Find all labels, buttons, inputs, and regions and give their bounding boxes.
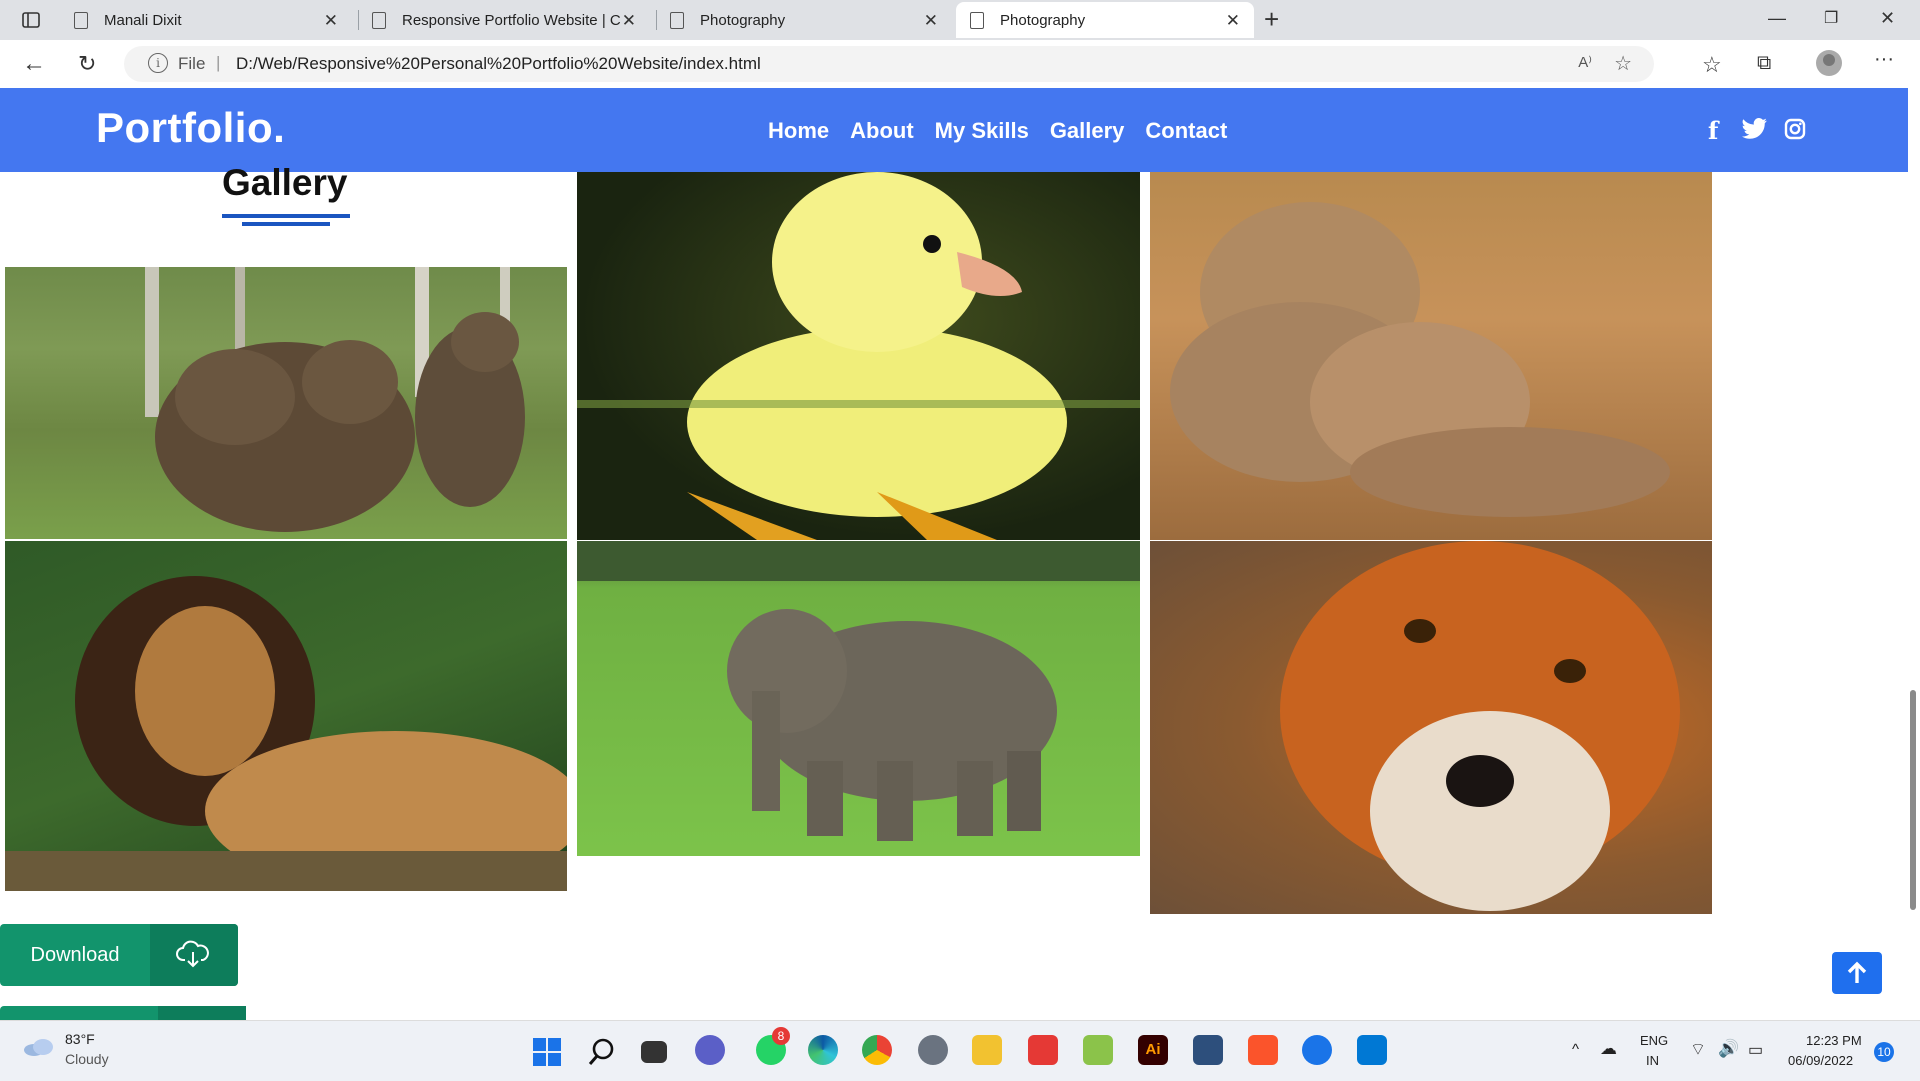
close-icon[interactable]: ✕ <box>1226 11 1240 31</box>
site-nav: Home About My Skills Gallery Contact <box>768 118 1227 144</box>
back-arrow-icon[interactable]: ← <box>22 50 46 78</box>
url-scheme-label: File <box>178 54 206 73</box>
tab-actions-icon[interactable] <box>22 12 40 28</box>
new-tab-button[interactable]: + <box>1264 4 1279 35</box>
close-window-button[interactable]: ✕ <box>1880 8 1895 29</box>
add-favorite-icon[interactable]: ☆ <box>1614 51 1632 76</box>
chrome-icon[interactable] <box>862 1035 892 1065</box>
nav-home[interactable]: Home <box>768 118 829 144</box>
tab-photography-active[interactable]: Photography ✕ <box>956 2 1254 38</box>
nav-gallery[interactable]: Gallery <box>1050 118 1125 144</box>
second-download-button[interactable] <box>0 1006 246 1020</box>
tab-title: Photography <box>700 11 786 29</box>
brave-icon[interactable] <box>1248 1035 1278 1065</box>
notification-badge[interactable]: 10 <box>1874 1042 1894 1062</box>
nav-contact[interactable]: Contact <box>1145 118 1227 144</box>
whatsapp-icon[interactable]: 8 <box>756 1027 790 1065</box>
page-icon <box>372 11 386 29</box>
page-icon <box>970 11 984 29</box>
download-label: Download <box>30 944 120 966</box>
chevron-up-icon[interactable]: ^ <box>1572 1041 1579 1058</box>
gallery-title: Gallery <box>222 162 348 203</box>
volume-icon[interactable]: 🔊 <box>1718 1039 1739 1059</box>
app-icon[interactable] <box>1302 1035 1332 1065</box>
photo-fox[interactable] <box>1150 541 1712 914</box>
info-icon[interactable]: i <box>148 53 168 73</box>
photos-icon[interactable] <box>1083 1035 1113 1065</box>
task-view-icon[interactable] <box>641 1041 667 1063</box>
close-icon[interactable]: ✕ <box>924 11 938 31</box>
url-box[interactable]: i File | D:/Web/Responsive%20Personal%20… <box>124 46 1654 82</box>
scrollbar-thumb[interactable] <box>1910 690 1916 910</box>
twitter-icon[interactable] <box>1742 118 1768 140</box>
photo-lions[interactable] <box>1150 172 1712 540</box>
refresh-icon[interactable]: ↻ <box>78 51 96 77</box>
minimize-button[interactable]: — <box>1768 8 1786 29</box>
facebook-icon[interactable]: f <box>1708 116 1718 145</box>
settings-gear-icon[interactable] <box>918 1035 948 1065</box>
address-bar-row: ← ↻ i File | D:/Web/Responsive%20Persona… <box>0 40 1920 89</box>
vscode-icon[interactable] <box>1357 1035 1387 1065</box>
photo-duckling[interactable] <box>577 172 1140 540</box>
nav-my-skills[interactable]: My Skills <box>935 118 1029 144</box>
lang-top[interactable]: ENG <box>1640 1033 1668 1048</box>
cloud-download-icon <box>150 924 238 986</box>
site-logo[interactable]: Portfolio. <box>96 104 285 152</box>
cloud-icon <box>24 1039 53 1056</box>
close-icon[interactable]: ✕ <box>622 11 636 31</box>
site-header: Portfolio. Home About My Skills Gallery … <box>0 88 1908 172</box>
clock-time[interactable]: 12:23 PM <box>1806 1033 1862 1048</box>
photo-lion[interactable] <box>5 541 567 891</box>
anydesk-icon[interactable] <box>1028 1035 1058 1065</box>
page-icon <box>74 11 88 29</box>
collections-icon[interactable]: ⧉ <box>1757 52 1771 75</box>
whatsapp-badge: 8 <box>772 1027 790 1045</box>
tab-title: Manali Dixit <box>104 11 182 29</box>
tab-title: Responsive Portfolio Website | C <box>402 11 621 29</box>
nav-about[interactable]: About <box>850 118 914 144</box>
illustrator-icon[interactable]: Ai <box>1138 1035 1168 1065</box>
title-underline-short <box>242 222 330 226</box>
search-icon[interactable] <box>588 1037 616 1067</box>
profile-avatar[interactable] <box>1816 50 1842 76</box>
browser-tab-bar: Manali Dixit ✕ Responsive Portfolio Webs… <box>0 0 1920 40</box>
back-to-top-button[interactable] <box>1832 952 1882 994</box>
download-button[interactable]: Download <box>0 924 238 986</box>
wifi-icon[interactable]: ⌔ <box>1690 1039 1706 1060</box>
weather-desc[interactable]: Cloudy <box>65 1051 109 1067</box>
close-icon[interactable]: ✕ <box>324 11 338 31</box>
mysql-workbench-icon[interactable] <box>1193 1035 1223 1065</box>
arrow-up-icon <box>1847 961 1867 983</box>
lang-bottom[interactable]: IN <box>1646 1053 1659 1068</box>
instagram-icon[interactable] <box>1784 118 1806 140</box>
windows-start-icon[interactable] <box>533 1038 561 1066</box>
favorites-icon[interactable]: ☆ <box>1702 52 1722 78</box>
tab-responsive-portfolio[interactable]: Responsive Portfolio Website | C ✕ <box>358 2 650 38</box>
battery-icon[interactable]: ▭ <box>1748 1040 1763 1060</box>
restore-button[interactable]: ❐ <box>1824 8 1838 28</box>
tab-title: Photography <box>1000 11 1086 29</box>
url-text[interactable]: D:/Web/Responsive%20Personal%20Portfolio… <box>236 54 761 74</box>
read-aloud-icon[interactable]: A⁾ <box>1578 53 1592 71</box>
onedrive-icon[interactable]: ☁ <box>1600 1039 1617 1059</box>
photo-elephant[interactable] <box>577 541 1140 856</box>
clock-date[interactable]: 06/09/2022 <box>1788 1053 1853 1068</box>
edge-icon[interactable] <box>808 1035 838 1065</box>
tab-manali-dixit[interactable]: Manali Dixit ✕ <box>60 2 352 38</box>
weather-temp[interactable]: 83°F <box>65 1031 95 1047</box>
file-explorer-icon[interactable] <box>972 1035 1002 1065</box>
more-menu-icon[interactable]: ··· <box>1874 48 1894 71</box>
teams-chat-icon[interactable] <box>695 1035 725 1065</box>
tab-photography[interactable]: Photography ✕ <box>656 2 952 38</box>
photo-bears[interactable] <box>5 267 567 539</box>
page-icon <box>670 11 684 29</box>
windows-taskbar: 83°F Cloudy 8 Ai ^ ☁ ENG IN ⌔ 🔊 ▭ 12:23 … <box>0 1020 1920 1081</box>
title-underline <box>222 214 350 218</box>
